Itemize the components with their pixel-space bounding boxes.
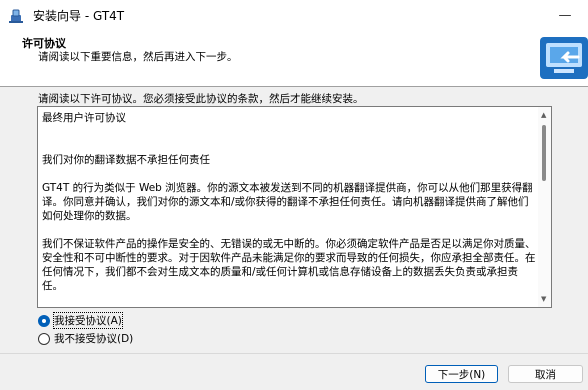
license-textbox[interactable]: 最终用户许可协议 我们对你的翻译数据不承担任何责任 GT4T 的行为类似于 We… bbox=[37, 106, 552, 308]
decline-label[interactable]: 我不接受协议(D) bbox=[54, 331, 133, 346]
decline-agreement-option[interactable]: 我不接受协议(D) bbox=[38, 331, 133, 346]
license-heading: 最终用户许可协议 bbox=[42, 112, 126, 124]
scrollbar-thumb[interactable] bbox=[542, 125, 546, 181]
accept-agreement-option[interactable]: 我接受协议(A) bbox=[38, 312, 123, 329]
page-subtitle: 请阅读以下重要信息，然后再进入下一步。 bbox=[38, 51, 238, 63]
accept-radio[interactable] bbox=[38, 314, 50, 327]
license-paragraph: 我们对你的翻译数据不承担任何责任 bbox=[42, 154, 210, 166]
decline-radio[interactable] bbox=[38, 332, 50, 345]
computer-install-icon bbox=[538, 35, 588, 81]
scroll-up-icon[interactable]: ▲ bbox=[541, 111, 546, 119]
license-content: 最终用户许可协议 我们对你的翻译数据不承担任何责任 GT4T 的行为类似于 We… bbox=[42, 111, 538, 293]
license-paragraph: GT4T 的行为类似于 Web 浏览器。你的源文本被发送到不同的机器翻译提供商，… bbox=[42, 182, 533, 222]
minimize-button[interactable]: — bbox=[542, 0, 588, 31]
next-button[interactable]: 下一步(N) bbox=[425, 365, 498, 383]
vertical-scrollbar[interactable]: ▲ ▼ bbox=[538, 107, 551, 307]
instruction-text: 请阅读以下许可协议。您必须接受此协议的条款，然后才能继续安装。 bbox=[38, 93, 364, 105]
installer-app-icon bbox=[5, 5, 27, 27]
wizard-header: 许可协议 请阅读以下重要信息，然后再进入下一步。 bbox=[0, 31, 588, 87]
scroll-down-icon[interactable]: ▼ bbox=[541, 295, 546, 303]
footer-divider bbox=[0, 353, 588, 354]
license-paragraph: 我们不保证软件产品的操作是安全的、无错误的或无中断的。你必须确定软件产品是否足以… bbox=[42, 238, 536, 292]
window-title: 安装向导 - GT4T bbox=[33, 9, 125, 23]
title-bar: 安装向导 - GT4T — bbox=[0, 0, 588, 31]
cancel-button[interactable]: 取消 bbox=[508, 365, 583, 383]
accept-label[interactable]: 我接受协议(A) bbox=[53, 312, 123, 329]
